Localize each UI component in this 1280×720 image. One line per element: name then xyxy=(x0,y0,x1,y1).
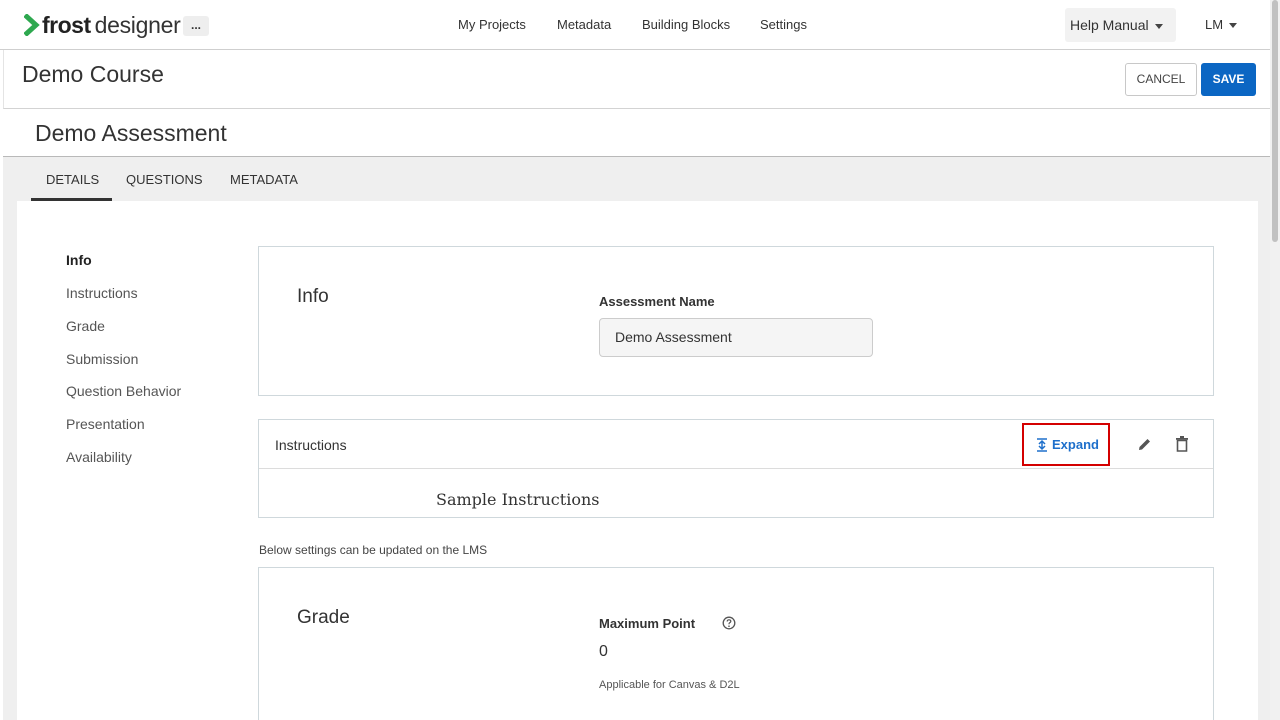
help-manual-dropdown[interactable]: Help Manual xyxy=(1065,8,1176,42)
sidebar-item-availability[interactable]: Availability xyxy=(66,449,132,465)
assessment-title: Demo Assessment xyxy=(35,120,227,146)
applicable-note: Applicable for Canvas & D2L xyxy=(599,679,740,691)
tab-questions[interactable]: QUESTIONS xyxy=(126,172,203,187)
course-title: Demo Course xyxy=(22,61,164,87)
trash-icon[interactable] xyxy=(1176,436,1188,452)
nav-my-projects[interactable]: My Projects xyxy=(458,17,526,32)
lms-note: Below settings can be updated on the LMS xyxy=(259,543,488,557)
info-panel: Info Assessment Name Demo Assessment xyxy=(258,246,1214,396)
instructions-panel: Instructions Expand Sample Instructions xyxy=(258,419,1214,518)
expand-label: Expand xyxy=(1052,437,1099,452)
grade-panel: Grade Maximum Point 0 Applicable for Can… xyxy=(258,567,1214,720)
info-heading: Info xyxy=(297,286,329,307)
sidebar-item-submission[interactable]: Submission xyxy=(66,351,138,367)
scrollbar-thumb[interactable] xyxy=(1272,0,1278,242)
caret-down-icon xyxy=(1154,23,1163,29)
instructions-body: Sample Instructions xyxy=(436,490,600,509)
tab-details[interactable]: DETAILS xyxy=(46,172,99,187)
cancel-button[interactable]: CANCEL xyxy=(1125,63,1197,96)
user-menu[interactable]: LM xyxy=(1205,17,1238,32)
expand-vertical-icon xyxy=(1037,438,1047,452)
sidebar-item-instructions[interactable]: Instructions xyxy=(66,285,138,301)
nav-settings[interactable]: Settings xyxy=(760,17,807,32)
help-manual-label: Help Manual xyxy=(1070,17,1149,33)
sidebar-item-grade[interactable]: Grade xyxy=(66,318,105,334)
instructions-divider xyxy=(259,468,1213,469)
expand-button[interactable]: Expand xyxy=(1022,423,1110,466)
sidebar-item-info[interactable]: Info xyxy=(66,252,92,268)
course-header: Demo Course CANCEL SAVE xyxy=(3,50,1270,109)
assessment-header: Demo Assessment xyxy=(3,110,1270,157)
assessment-name-input[interactable]: Demo Assessment xyxy=(599,318,873,357)
page-scrollbar[interactable] xyxy=(1270,0,1280,720)
instructions-title: Instructions xyxy=(275,437,347,453)
tab-metadata[interactable]: METADATA xyxy=(230,172,298,187)
nav-metadata[interactable]: Metadata xyxy=(557,17,611,32)
pencil-icon[interactable] xyxy=(1137,437,1152,452)
maximum-point-value: 0 xyxy=(599,643,608,660)
caret-down-icon xyxy=(1229,23,1238,29)
grade-heading: Grade xyxy=(297,607,350,628)
maximum-point-label: Maximum Point xyxy=(599,616,696,631)
sidebar-item-question-behavior[interactable]: Question Behavior xyxy=(66,383,181,399)
save-button[interactable]: SAVE xyxy=(1201,63,1256,96)
nav-building-blocks[interactable]: Building Blocks xyxy=(642,17,730,32)
user-initials: LM xyxy=(1205,17,1224,32)
sidebar-item-presentation[interactable]: Presentation xyxy=(66,416,145,432)
assessment-name-label: Assessment Name xyxy=(599,294,715,309)
top-navbar: frost designer ... My Projects Metadata … xyxy=(0,0,1270,50)
question-circle-icon[interactable] xyxy=(722,616,736,630)
